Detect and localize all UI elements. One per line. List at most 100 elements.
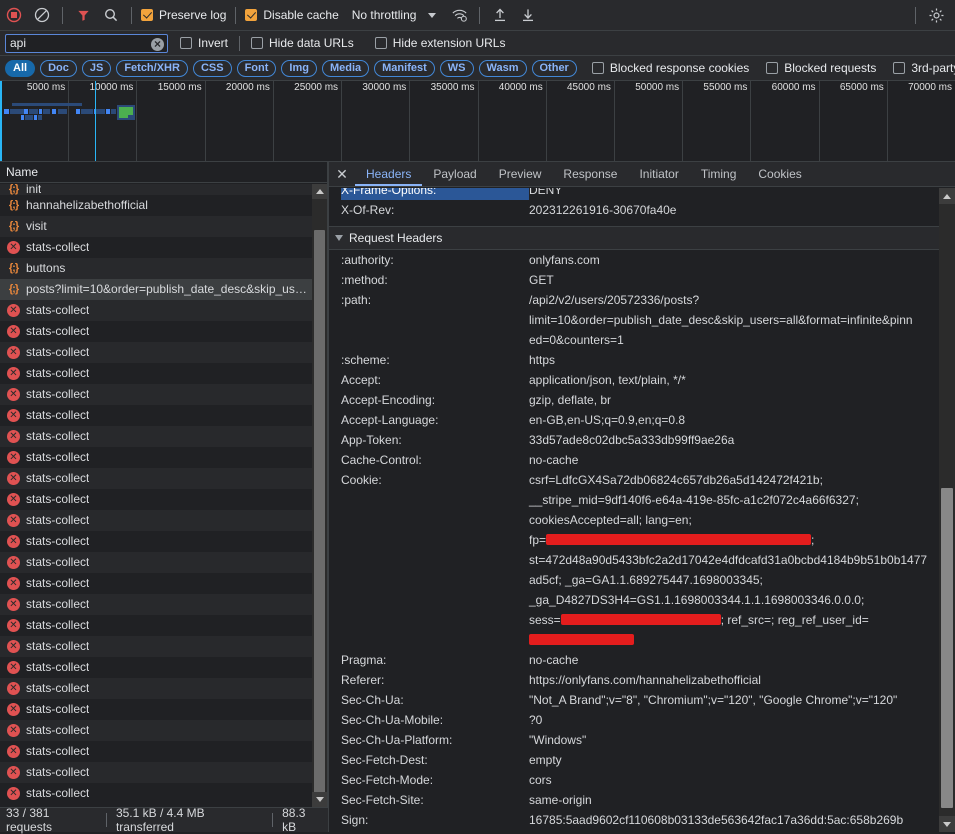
type-filter-js[interactable]: JS — [82, 60, 111, 77]
detail-scroll-up-icon[interactable] — [939, 188, 955, 204]
tab-cookies[interactable]: Cookies — [747, 162, 812, 186]
request-row[interactable]: ✕stats-collect — [0, 468, 312, 489]
type-filter-ws[interactable]: WS — [440, 60, 474, 77]
request-row[interactable]: ✕stats-collect — [0, 783, 312, 804]
request-row[interactable]: ✕stats-collect — [0, 699, 312, 720]
request-row[interactable]: ✕stats-collect — [0, 384, 312, 405]
request-row[interactable]: ✕stats-collect — [0, 657, 312, 678]
type-filter-wasm[interactable]: Wasm — [479, 60, 527, 77]
type-filter-fetch-xhr[interactable]: Fetch/XHR — [116, 60, 188, 77]
network-overview[interactable]: 5000 ms10000 ms15000 ms20000 ms25000 ms3… — [0, 81, 955, 162]
column-header-name[interactable]: Name — [0, 162, 327, 183]
request-row[interactable]: ✕stats-collect — [0, 300, 312, 321]
request-name: stats-collect — [26, 468, 89, 489]
clear-filter-icon[interactable] — [151, 38, 164, 51]
header-key: :method: — [341, 270, 529, 290]
invert-checkbox[interactable]: Invert — [180, 30, 228, 56]
request-name: stats-collect — [26, 405, 89, 426]
detail-scroll-down-icon[interactable] — [939, 816, 955, 832]
filter-input-wrapper[interactable] — [5, 34, 168, 53]
request-row[interactable]: ✕stats-collect — [0, 405, 312, 426]
header-row: :scheme:https — [329, 350, 955, 370]
header-key: Accept: — [341, 370, 529, 390]
header-row: Sec-Ch-Ua-Mobile:?0 — [329, 710, 955, 730]
blocked-response-cookies-checkbox[interactable]: Blocked response cookies — [592, 55, 749, 81]
clear-icon[interactable] — [29, 2, 55, 28]
request-row[interactable]: ✕stats-collect — [0, 531, 312, 552]
type-filter-img[interactable]: Img — [281, 60, 317, 77]
status-divider-1 — [106, 813, 107, 827]
request-name: stats-collect — [26, 426, 89, 447]
json-icon: {;} — [6, 198, 21, 213]
network-conditions-icon[interactable] — [446, 2, 472, 28]
request-row[interactable]: {;}visit — [0, 216, 312, 237]
request-row[interactable]: ✕stats-collect — [0, 678, 312, 699]
request-row[interactable]: {;}buttons — [0, 258, 312, 279]
hide-extension-urls-checkbox[interactable]: Hide extension URLs — [375, 30, 506, 56]
type-filter-doc[interactable]: Doc — [40, 60, 77, 77]
throttling-select[interactable]: No throttling — [352, 8, 417, 22]
header-row: Sec-Fetch-Dest:empty — [329, 750, 955, 770]
blocked-requests-checkbox[interactable]: Blocked requests — [766, 55, 876, 81]
request-row[interactable]: ✕stats-collect — [0, 489, 312, 510]
header-key: Sec-Fetch-Mode: — [341, 770, 529, 790]
request-row[interactable]: ✕stats-collect — [0, 426, 312, 447]
timeline-tick-label: 55000 ms — [703, 82, 747, 93]
request-list-scrollbar[interactable] — [312, 184, 327, 807]
scrollbar-thumb[interactable] — [314, 230, 325, 798]
scroll-up-icon[interactable] — [312, 184, 327, 199]
header-key: :scheme: — [341, 350, 529, 370]
header-key: Sec-Fetch-Dest: — [341, 750, 529, 770]
type-filter-font[interactable]: Font — [237, 60, 277, 77]
request-row[interactable]: {;}posts?limit=10&order=publish_date_des… — [0, 279, 312, 300]
request-row[interactable]: ✕stats-collect — [0, 510, 312, 531]
request-row[interactable]: ✕stats-collect — [0, 363, 312, 384]
request-row[interactable]: ✕stats-collect — [0, 321, 312, 342]
cookie-line: st=472d48a90d5433bfc2a2d17042e4dfdcafd31… — [529, 553, 927, 567]
request-row[interactable]: ✕stats-collect — [0, 237, 312, 258]
request-row[interactable]: ✕stats-collect — [0, 342, 312, 363]
tab-initiator[interactable]: Initiator — [628, 162, 689, 186]
request-row[interactable]: {;}hannahelizabethofficial — [0, 195, 312, 216]
tab-response[interactable]: Response — [552, 162, 628, 186]
header-row: App-Token:33d57ade8c02dbc5a333db99ff9ae2… — [329, 430, 955, 450]
gear-icon[interactable] — [923, 2, 949, 28]
request-headers-section-toggle[interactable]: Request Headers — [329, 226, 955, 250]
export-har-icon[interactable] — [515, 2, 541, 28]
chevron-down-icon[interactable] — [428, 13, 436, 18]
type-filter-other[interactable]: Other — [532, 60, 577, 77]
search-icon[interactable] — [98, 2, 124, 28]
request-row[interactable]: ✕stats-collect — [0, 615, 312, 636]
third-party-requests-checkbox[interactable]: 3rd-party requests — [893, 55, 955, 81]
request-row[interactable]: ✕stats-collect — [0, 720, 312, 741]
header-value: no-cache — [529, 450, 955, 470]
type-filter-all[interactable]: All — [5, 60, 35, 77]
type-filter-manifest[interactable]: Manifest — [374, 60, 435, 77]
scroll-down-icon[interactable] — [312, 792, 327, 807]
preserve-log-checkbox[interactable]: Preserve log — [141, 2, 226, 28]
request-row[interactable]: ✕stats-collect — [0, 573, 312, 594]
record-icon[interactable] — [1, 2, 27, 28]
request-row[interactable]: ✕stats-collect — [0, 741, 312, 762]
request-row[interactable]: ✕stats-collect — [0, 636, 312, 657]
import-har-icon[interactable] — [487, 2, 513, 28]
filter-icon[interactable] — [70, 2, 96, 28]
hide-data-urls-checkbox[interactable]: Hide data URLs — [251, 30, 354, 56]
detail-scrollbar[interactable] — [939, 188, 955, 832]
tab-preview[interactable]: Preview — [488, 162, 553, 186]
request-row[interactable]: ✕stats-collect — [0, 762, 312, 783]
tab-timing[interactable]: Timing — [690, 162, 748, 186]
request-row[interactable]: ✕stats-collect — [0, 552, 312, 573]
request-row[interactable]: {;}init — [0, 184, 312, 195]
detail-scrollbar-thumb[interactable] — [941, 488, 953, 808]
type-filter-media[interactable]: Media — [322, 60, 369, 77]
disable-cache-checkbox[interactable]: Disable cache — [245, 2, 338, 28]
request-row[interactable]: ✕stats-collect — [0, 447, 312, 468]
close-icon[interactable]: ✕ — [329, 162, 355, 186]
tab-payload[interactable]: Payload — [422, 162, 487, 186]
tab-headers[interactable]: Headers — [355, 162, 422, 186]
header-value: same-origin — [529, 790, 955, 810]
filter-input[interactable] — [10, 35, 150, 52]
request-row[interactable]: ✕stats-collect — [0, 594, 312, 615]
type-filter-css[interactable]: CSS — [193, 60, 232, 77]
